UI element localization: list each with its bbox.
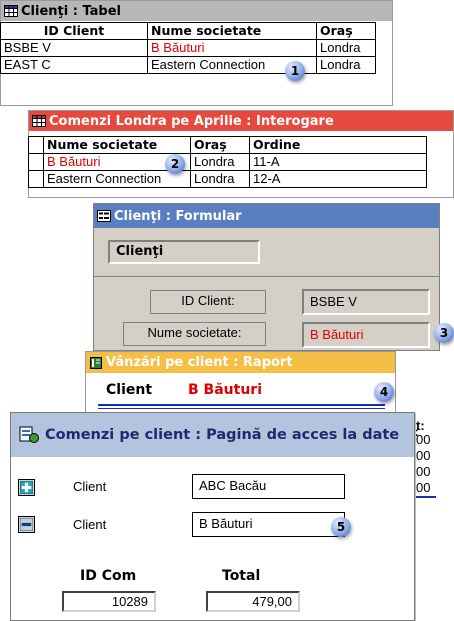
order-id-field[interactable]: 10289 [62, 591, 156, 612]
cell-city[interactable]: Londra [190, 153, 250, 171]
callout-badge: 3 [434, 323, 454, 343]
total-field[interactable]: 479,00 [206, 591, 300, 612]
report-partial-value: 00 [416, 432, 431, 447]
form-window-titlebar[interactable]: Clienţi : Formular [94, 204, 439, 228]
id-client-label: ID Client: [150, 290, 266, 314]
cell-city[interactable]: Londra [316, 39, 376, 57]
report-underline [98, 404, 385, 406]
query-results-table[interactable]: Nume societate Oraş Ordine B Băuturi Lon… [28, 136, 427, 188]
company-name-field[interactable]: B Băuturi [302, 322, 430, 348]
table-window[interactable]: Clienţi : Tabel ID Client Nume societate… [0, 0, 393, 106]
callout-badge: 1 [285, 61, 305, 81]
client-label-2: Client [73, 517, 107, 532]
callout-badge: 4 [374, 382, 394, 402]
report-window-title: Vânzări pe client : Raport [106, 355, 293, 370]
collapse-icon[interactable] [18, 516, 35, 533]
report-underline-thin [98, 408, 385, 409]
column-header-id-client[interactable]: ID Client [0, 22, 148, 40]
form-window-title: Clienţi : Formular [114, 208, 242, 224]
row-selector[interactable] [28, 153, 44, 171]
client-label-1: Client [73, 479, 107, 494]
form-divider [94, 276, 439, 277]
page-window[interactable]: Comenzi pe client : Pagină de acces la d… [10, 412, 415, 621]
report-partial-value: 00 [416, 448, 431, 463]
report-client-label: Client [106, 382, 153, 398]
client-field-1[interactable]: ABC Bacău [192, 474, 345, 499]
cell-id-client[interactable]: EAST C [0, 56, 148, 74]
report-client-value: B Băuturi [188, 382, 262, 398]
company-name-label: Nume societate: [123, 322, 266, 346]
report-window-titlebar[interactable]: Vânzări pe client : Raport [86, 352, 395, 373]
table-row[interactable]: B Băuturi Londra 11-A [28, 153, 427, 171]
column-header-city[interactable]: Oraş [316, 22, 376, 40]
order-id-header: ID Com [80, 568, 137, 584]
page-window-titlebar[interactable]: Comenzi pe client : Pagină de acces la d… [11, 413, 414, 457]
query-window[interactable]: Comenzi Londra pe Aprilie : Interogare N… [28, 110, 454, 198]
expand-icon[interactable] [18, 479, 35, 496]
table-icon [4, 5, 18, 17]
query-window-titlebar[interactable]: Comenzi Londra pe Aprilie : Interogare [29, 111, 453, 131]
table-row[interactable]: Eastern Connection Londra 12-A [28, 170, 427, 188]
column-header-city[interactable]: Oraş [190, 136, 250, 154]
column-header-order[interactable]: Ordine [249, 136, 427, 154]
callout-badge: 2 [165, 154, 185, 174]
query-window-title: Comenzi Londra pe Aprilie : Interogare [49, 113, 334, 129]
report-partial-header-visible: t: [416, 418, 425, 433]
row-selector-header [28, 136, 44, 154]
client-field-2[interactable]: B Băuturi [192, 512, 345, 537]
page-icon [19, 426, 39, 443]
cell-city[interactable]: Londra [190, 170, 250, 188]
cell-id-client[interactable]: BSBE V [0, 39, 148, 57]
table-row[interactable]: EAST C Eastern Connection Londra [0, 56, 376, 74]
table-window-title: Clienţi : Tabel [21, 3, 121, 19]
callout-badge: 5 [331, 517, 351, 537]
total-header: Total [222, 568, 261, 584]
report-partial-value: 00 [416, 464, 431, 479]
report-partial-column: 00 00 00 00 [416, 432, 436, 498]
column-header-company-name[interactable]: Nume societate [43, 136, 191, 154]
form-window[interactable]: Clienţi : Formular Clienţi ID Client: BS… [93, 203, 440, 351]
cell-city[interactable]: Londra [316, 56, 376, 74]
report-icon [90, 356, 102, 369]
cell-company-name[interactable]: Eastern Connection [43, 170, 191, 188]
table-window-titlebar[interactable]: Clienţi : Tabel [1, 1, 392, 21]
report-partial-value: 00 [416, 480, 436, 498]
form-icon [97, 210, 111, 222]
id-client-field[interactable]: BSBE V [302, 289, 430, 315]
form-header-text: Clienţi [116, 244, 164, 259]
cell-order[interactable]: 12-A [249, 170, 427, 188]
clients-table[interactable]: ID Client Nume societate Oraş BSBE V B B… [0, 22, 376, 74]
table-row[interactable]: BSBE V B Băuturi Londra [0, 39, 376, 57]
page-window-title: Comenzi pe client : Pagină de acces la d… [45, 427, 400, 443]
cell-order[interactable]: 11-A [249, 153, 427, 171]
cell-company-name[interactable]: B Băuturi [147, 39, 317, 57]
query-icon [32, 115, 46, 127]
column-header-company-name[interactable]: Nume societate [147, 22, 317, 40]
form-header-label: Clienţi [108, 240, 260, 264]
row-selector[interactable] [28, 170, 44, 188]
